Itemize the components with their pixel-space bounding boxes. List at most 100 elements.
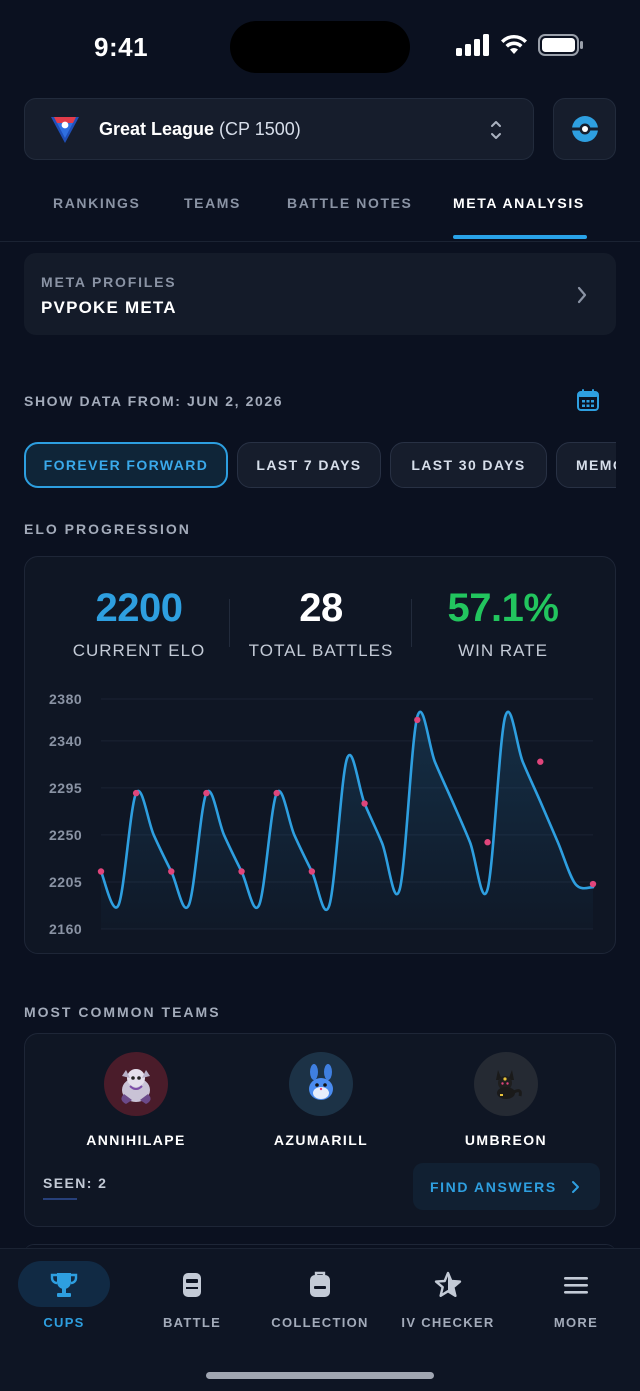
y-tick-label: 2250: [49, 827, 82, 843]
annihilape-icon: [121, 1069, 151, 1104]
nav-label: COLLECTION: [271, 1315, 369, 1330]
elo-section-title: ELO PROGRESSION: [24, 521, 191, 537]
elo-data-point: [168, 868, 175, 875]
elo-data-point: [589, 880, 597, 888]
wifi-icon: [501, 34, 527, 54]
chip-last-7-days[interactable]: LAST 7 DAYS: [237, 442, 381, 488]
elo-data-point: [97, 868, 105, 875]
chip-last-30-days[interactable]: LAST 30 DAYS: [390, 442, 547, 488]
team-card: ANNIHILAPE AZUMARILL UMBREON SEEN: 2 FIN…: [24, 1033, 616, 1227]
elo-data-point: [537, 758, 544, 765]
nav-label: CUPS: [43, 1315, 85, 1330]
chip-forever-forward[interactable]: FOREVER FORWARD: [24, 442, 228, 488]
chip-memo[interactable]: MEMO: [556, 442, 616, 488]
total-battles-label: TOTAL BATTLES: [248, 641, 394, 660]
total-battles-value: 28: [299, 586, 343, 630]
tab-bar: RANKINGS TEAMS BATTLE NOTES META ANALYSI…: [0, 180, 640, 240]
status-bar: 9:41: [0, 0, 640, 94]
tab-rankings[interactable]: RANKINGS: [53, 195, 140, 211]
pokeball-button[interactable]: [553, 98, 616, 160]
find-answers-button[interactable]: FIND ANSWERS: [413, 1163, 600, 1210]
team-member[interactable]: ANNIHILAPE: [66, 1052, 206, 1148]
league-selector[interactable]: Great League (CP 1500): [24, 98, 534, 160]
find-answers-label: FIND ANSWERS: [430, 1178, 557, 1195]
league-cp: (CP 1500): [219, 118, 301, 139]
nav-cups[interactable]: CUPS: [0, 1249, 128, 1349]
tabs-divider: [0, 241, 640, 242]
status-icons: [456, 34, 584, 56]
home-indicator: [206, 1372, 434, 1379]
bottom-nav: CUPS BATTLE COLLECTION IV CHECKER MORE: [0, 1248, 640, 1391]
elo-data-point: [308, 868, 316, 875]
y-tick-label: 2205: [49, 874, 82, 890]
team-member[interactable]: UMBREON: [436, 1052, 576, 1148]
nav-more[interactable]: MORE: [512, 1249, 640, 1349]
stat-win-rate: 57.1% WIN RATE: [423, 585, 583, 661]
elo-line-chart: 2380 2340 2295 2250 2205 2160: [49, 691, 597, 937]
elo-data-point: [238, 868, 245, 875]
current-elo-value: 2200: [95, 586, 183, 630]
tab-battle-notes[interactable]: BATTLE NOTES: [287, 195, 413, 211]
current-elo-label: CURRENT ELO: [72, 641, 206, 660]
status-time: 9:41: [94, 32, 149, 62]
meta-profile-label: META PROFILES: [41, 274, 177, 290]
tab-meta-analysis[interactable]: META ANALYSIS: [453, 195, 585, 211]
nav-battle[interactable]: BATTLE: [128, 1249, 256, 1349]
date-filter-chips: FOREVER FORWARD LAST 7 DAYS LAST 30 DAYS…: [24, 441, 616, 489]
trophy-icon: [50, 1273, 78, 1297]
elo-card: 2200 CURRENT ELO 28 TOTAL BATTLES 57.1% …: [24, 556, 616, 954]
team-member[interactable]: AZUMARILL: [251, 1052, 391, 1148]
active-tab-indicator: [453, 235, 587, 239]
show-data-from-label: SHOW DATA FROM: JUN 2, 2026: [24, 393, 284, 409]
nav-collection[interactable]: COLLECTION: [256, 1249, 384, 1349]
nav-label: IV CHECKER: [401, 1315, 495, 1330]
dynamic-island: [230, 21, 410, 73]
teams-section-title: MOST COMMON TEAMS: [24, 1004, 221, 1020]
y-tick-label: 2295: [49, 780, 82, 796]
great-league-icon: [51, 117, 79, 143]
calendar-icon[interactable]: [577, 389, 599, 411]
umbreon-icon: [496, 1070, 522, 1099]
nav-label: BATTLE: [162, 1315, 222, 1330]
stat-total-battles: 28 TOTAL BATTLES: [237, 585, 405, 661]
elo-data-point: [484, 839, 491, 846]
meta-profile-value: PVPOKE META: [41, 298, 177, 317]
chevron-right-icon: [571, 1180, 579, 1193]
team-member-name: ANNIHILAPE: [86, 1132, 186, 1148]
elo-data-point: [361, 800, 368, 807]
stat-divider: [229, 599, 230, 647]
signal-icon: [456, 34, 489, 56]
elo-data-point: [203, 789, 210, 797]
nav-iv-checker[interactable]: IV CHECKER: [384, 1249, 512, 1349]
meta-profile-selector[interactable]: META PROFILES PVPOKE META: [24, 253, 616, 335]
umbreon-avatar: [474, 1052, 538, 1116]
team-member-name: AZUMARILL: [273, 1132, 369, 1148]
tab-teams[interactable]: TEAMS: [184, 195, 241, 211]
star-icon: [434, 1271, 462, 1297]
chevron-right-icon: [577, 286, 587, 304]
league-name: Great League: [99, 118, 215, 139]
azumarill-icon: [309, 1064, 333, 1100]
y-tick-label: 2380: [49, 691, 82, 707]
team-member-name: UMBREON: [464, 1132, 548, 1148]
elo-data-point: [132, 789, 140, 797]
pokeball-icon: [571, 116, 598, 142]
menu-icon: [564, 1277, 588, 1294]
y-tick-label: 2340: [49, 733, 82, 749]
stat-current-elo: 2200 CURRENT ELO: [59, 585, 219, 661]
annihilape-avatar: [104, 1052, 168, 1116]
win-rate-label: WIN RATE: [458, 641, 548, 660]
battery-icon: [538, 34, 583, 56]
chevron-up-down-icon: [491, 121, 501, 139]
elo-data-point: [414, 716, 421, 724]
seen-count: SEEN: 2: [43, 1175, 108, 1191]
battle-icon: [183, 1273, 201, 1297]
backpack-icon: [310, 1271, 330, 1297]
stat-divider: [411, 599, 412, 647]
seen-underline: [43, 1198, 77, 1200]
elo-data-point: [273, 789, 280, 797]
azumarill-avatar: [289, 1052, 353, 1116]
win-rate-value: 57.1%: [447, 586, 559, 630]
nav-label: MORE: [553, 1315, 599, 1330]
y-tick-label: 2160: [49, 921, 82, 937]
